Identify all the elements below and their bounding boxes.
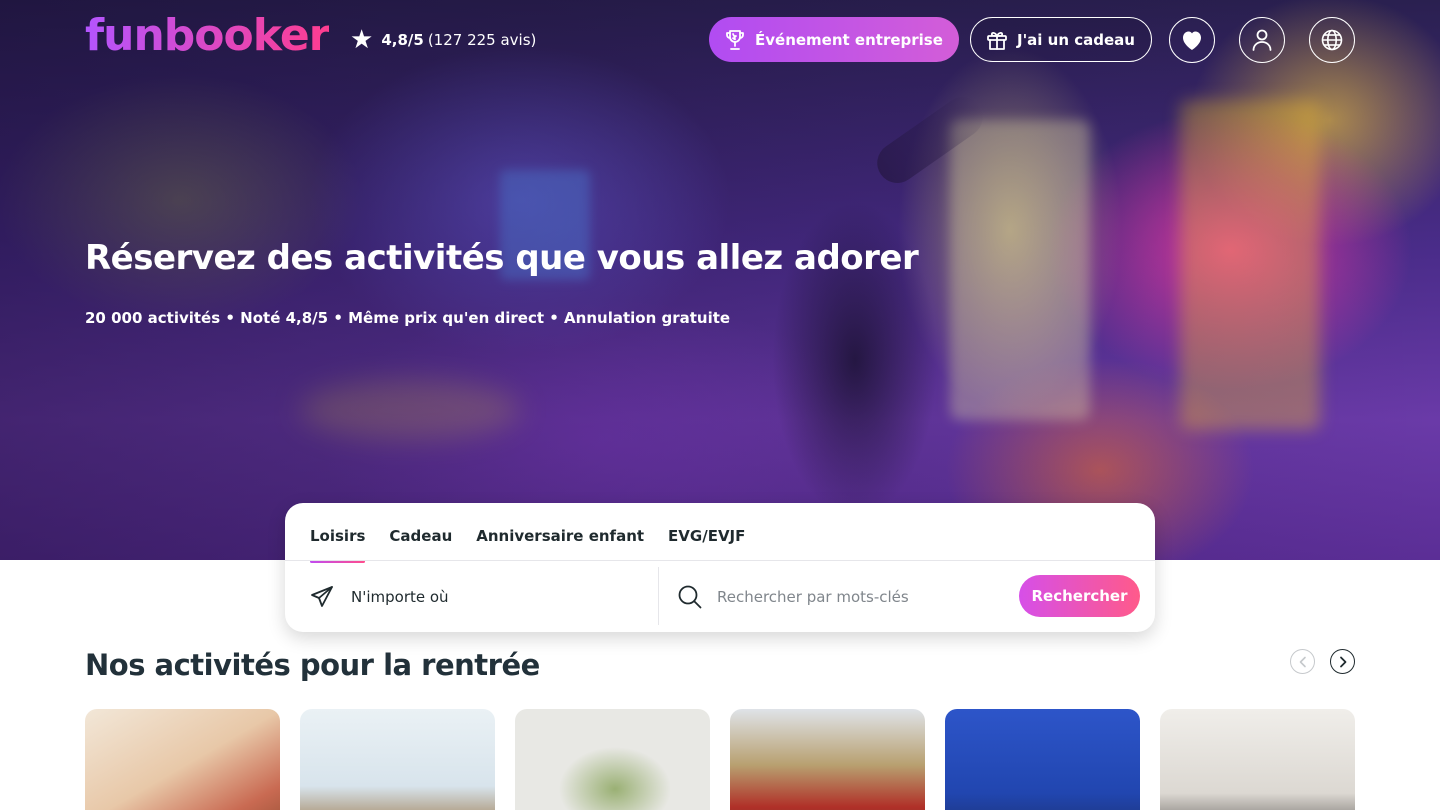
star-icon: ★ — [350, 25, 374, 55]
section-title: Nos activités pour la rentrée — [85, 648, 540, 682]
favorites-button[interactable] — [1169, 17, 1215, 63]
rating-score: 4,8/5 — [381, 31, 424, 49]
location-selector[interactable]: N'importe où — [285, 561, 658, 632]
activity-card-image[interactable] — [85, 709, 280, 810]
funbooker-logo[interactable]: funbooker — [85, 10, 330, 62]
trophy-icon — [726, 29, 744, 50]
language-button[interactable] — [1309, 17, 1355, 63]
corporate-event-label: Événement entreprise — [755, 30, 943, 49]
search-card: Loisirs Cadeau Anniversaire enfant EVG/E… — [285, 503, 1155, 632]
gift-code-button[interactable]: J'ai un cadeau — [970, 17, 1152, 62]
tab-evg-evjf[interactable]: EVG/EVJF — [668, 527, 745, 561]
location-label: N'importe où — [351, 587, 449, 606]
carousel-next-button[interactable] — [1330, 649, 1355, 674]
keyword-search-input[interactable] — [717, 587, 997, 606]
gift-code-label: J'ai un cadeau — [1017, 30, 1135, 49]
search-tabs: Loisirs Cadeau Anniversaire enfant EVG/E… — [310, 527, 769, 563]
gift-icon — [987, 31, 1007, 50]
rating-summary: ★ 4,8/5 (127 225 avis) — [350, 27, 536, 53]
keyword-search — [659, 561, 999, 632]
account-button[interactable] — [1239, 17, 1285, 63]
tab-loisirs[interactable]: Loisirs — [310, 527, 366, 563]
carousel-prev-button[interactable] — [1290, 649, 1315, 674]
rating-count: (127 225 avis) — [427, 31, 537, 49]
user-icon — [1252, 29, 1272, 51]
chevron-right-icon — [1339, 656, 1346, 667]
hero-banner — [0, 0, 1440, 560]
globe-icon — [1321, 29, 1343, 51]
corporate-event-button[interactable]: Événement entreprise — [709, 17, 959, 62]
hero-title: Réservez des activités que vous allez ad… — [85, 238, 919, 278]
paper-plane-icon — [311, 585, 333, 607]
activity-card-image[interactable] — [515, 709, 710, 810]
tab-anniversaire-enfant[interactable]: Anniversaire enfant — [476, 527, 644, 561]
chevron-left-icon — [1299, 656, 1306, 667]
activity-card-image[interactable] — [1160, 709, 1355, 810]
heart-icon — [1183, 31, 1201, 50]
search-button[interactable]: Rechercher — [1019, 575, 1140, 617]
hero-subtitle: 20 000 activités • Noté 4,8/5 • Même pri… — [85, 309, 731, 327]
search-icon — [678, 585, 702, 608]
activity-carousel — [85, 709, 1355, 810]
tab-cadeau[interactable]: Cadeau — [389, 527, 452, 561]
activity-card-image[interactable] — [945, 709, 1140, 810]
activity-card-image[interactable] — [730, 709, 925, 810]
activity-card-image[interactable] — [300, 709, 495, 810]
